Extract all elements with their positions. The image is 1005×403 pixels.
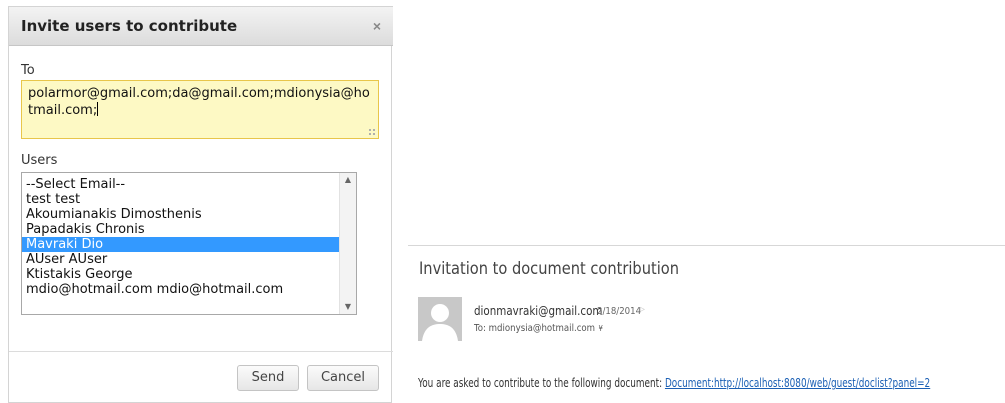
email-divider <box>408 245 1005 246</box>
to-field-value: polarmor@gmail.com;da@gmail.com;mdionysi… <box>28 86 370 118</box>
scroll-up-icon[interactable]: ▲ <box>340 173 356 187</box>
users-listbox[interactable]: --Select Email-- test test Akoumianakis Di… <box>21 172 357 315</box>
dialog-footer-divider <box>9 351 393 352</box>
resize-grip-icon[interactable] <box>368 128 376 136</box>
document-link[interactable]: Document:http://localhost:8080/web/guest… <box>665 376 930 390</box>
users-option[interactable]: Papadakis Chronis <box>22 222 340 237</box>
person-avatar-icon <box>418 297 462 341</box>
recipient-text: To: mdionysia@hotmail.com <box>474 323 596 334</box>
users-option[interactable]: Akoumianakis Dimosthenis <box>22 207 340 222</box>
scroll-down-icon[interactable]: ▼ <box>340 300 356 314</box>
dialog-header: Invite users to contribute × <box>9 6 393 46</box>
users-option[interactable]: --Select Email-- <box>22 177 340 192</box>
users-option[interactable]: Ktistakis George <box>22 267 340 282</box>
cancel-button[interactable]: Cancel <box>307 365 379 391</box>
text-caret <box>97 102 99 116</box>
email-date: 2/18/2014 <box>597 306 642 317</box>
to-field[interactable]: polarmor@gmail.com;da@gmail.com;mdionysi… <box>21 80 379 139</box>
dialog-title: Invite users to contribute <box>21 17 238 35</box>
close-icon[interactable]: × <box>367 17 387 35</box>
users-label: Users <box>21 153 58 168</box>
users-option[interactable]: AUser AUser <box>22 252 340 267</box>
invite-dialog: Invite users to contribute × To polarmor… <box>8 6 393 403</box>
flag-icon[interactable]: ▹ <box>640 304 648 316</box>
users-options: --Select Email-- test test Akoumianakis Di… <box>22 177 340 297</box>
expand-icon[interactable]: ¥ <box>599 324 603 333</box>
email-body: You are asked to contribute to the follo… <box>418 376 930 390</box>
users-option[interactable]: Mavraki Dio <box>22 237 340 252</box>
recipient-line: To: mdionysia@hotmail.com ¥ <box>474 323 603 334</box>
users-option[interactable]: test test <box>22 192 340 207</box>
email-subject: Invitation to document contribution <box>419 259 679 279</box>
send-button[interactable]: Send <box>237 365 299 391</box>
to-label: To <box>21 63 35 78</box>
email-body-text: You are asked to contribute to the follo… <box>418 376 663 390</box>
users-scrollbar[interactable]: ▲ ▼ <box>339 173 356 314</box>
users-option[interactable]: mdio@hotmail.com mdio@hotmail.com <box>22 282 340 297</box>
sender-address[interactable]: dionmavraki@gmail.com <box>474 304 602 318</box>
